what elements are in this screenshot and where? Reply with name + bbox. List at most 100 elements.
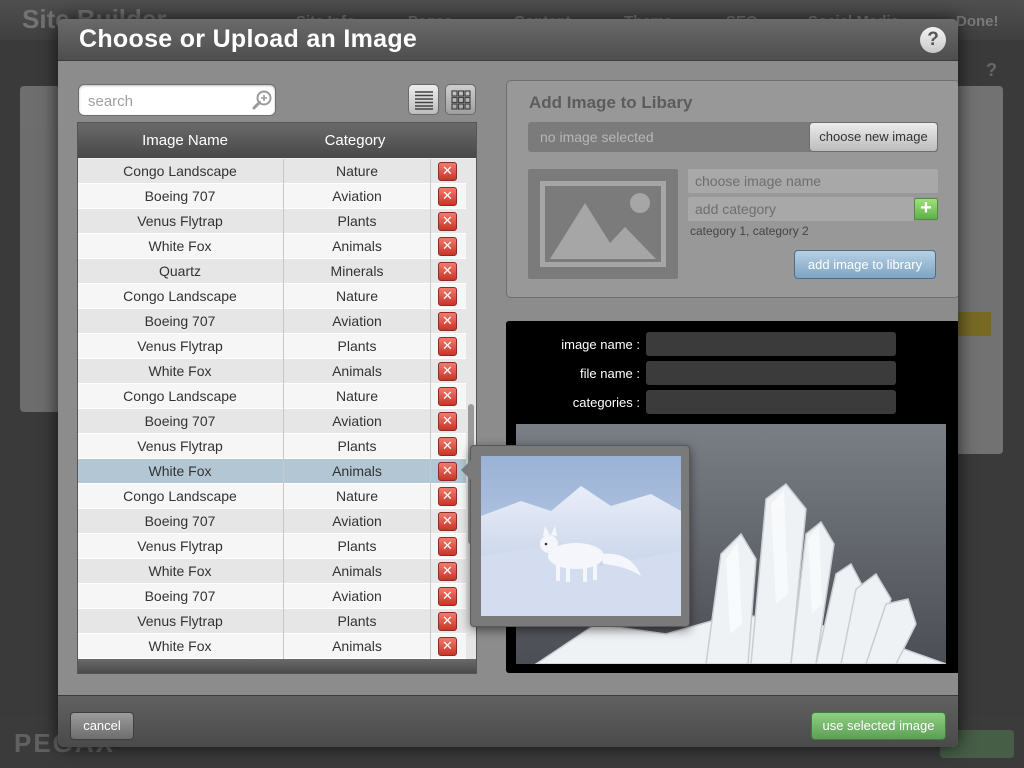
category-cell: Plants [283, 434, 430, 459]
search-box[interactable] [78, 84, 276, 116]
image-name-cell: Boeing 707 [144, 588, 216, 604]
use-selected-image-button[interactable]: use selected image [811, 712, 946, 740]
category-field[interactable] [688, 197, 914, 221]
cancel-button[interactable]: cancel [70, 712, 134, 740]
table-row[interactable]: White Fox Animals ✕ [78, 459, 466, 484]
delete-icon[interactable]: ✕ [438, 562, 457, 581]
image-name-cell: Venus Flytrap [137, 338, 223, 354]
category-cell: Animals [283, 634, 430, 659]
delete-icon[interactable]: ✕ [438, 287, 457, 306]
image-name-cell: White Fox [148, 363, 212, 379]
table-row[interactable]: Boeing 707 Aviation ✕ [78, 184, 466, 209]
background-highlight [955, 312, 991, 336]
delete-icon[interactable]: ✕ [438, 237, 457, 256]
table-row[interactable]: Congo Landscape Nature ✕ [78, 159, 466, 184]
table-header: Image Name Category [78, 123, 476, 158]
delete-icon[interactable]: ✕ [438, 437, 457, 456]
image-name-cell: Congo Landscape [123, 163, 237, 179]
table-row[interactable]: White Fox Animals ✕ [78, 234, 466, 259]
table-rows: Congo Landscape Nature ✕ Boeing 707 Aviation… [78, 159, 466, 659]
choose-new-image-button[interactable]: choose new image [809, 122, 938, 152]
background-right-panel [955, 86, 1003, 454]
category-cell: Plants [283, 609, 430, 634]
help-button[interactable]: ? [920, 27, 946, 53]
add-image-panel: Add Image to Libary no image selected ch… [506, 80, 958, 298]
category-cell: Aviation [283, 184, 430, 209]
image-name-cell: Congo Landscape [123, 488, 237, 504]
category-cell: Animals [283, 359, 430, 384]
delete-icon[interactable]: ✕ [438, 462, 457, 481]
grid-view-button[interactable] [445, 84, 476, 115]
table-row[interactable]: Boeing 707 Aviation ✕ [78, 309, 466, 334]
list-view-button[interactable] [408, 84, 439, 115]
add-to-library-button[interactable]: add image to library [794, 250, 936, 279]
category-input[interactable] [695, 200, 910, 218]
image-name-cell: Boeing 707 [144, 413, 216, 429]
table-row[interactable]: Quartz Minerals ✕ [78, 259, 466, 284]
table-row[interactable]: Venus Flytrap Plants ✕ [78, 434, 466, 459]
delete-cell: ✕ [430, 559, 466, 584]
image-name-field[interactable] [688, 169, 938, 193]
delete-icon[interactable]: ✕ [438, 312, 457, 331]
category-cell: Nature [283, 284, 430, 309]
image-name-cell: Boeing 707 [144, 513, 216, 529]
search-icon[interactable] [251, 89, 273, 111]
delete-cell: ✕ [430, 634, 466, 659]
delete-icon[interactable]: ✕ [438, 187, 457, 206]
delete-icon[interactable]: ✕ [438, 512, 457, 531]
delete-icon[interactable]: ✕ [438, 487, 457, 506]
table-row[interactable]: Venus Flytrap Plants ✕ [78, 334, 466, 359]
category-cell: Nature [283, 484, 430, 509]
grid-view-icon [451, 90, 471, 110]
image-placeholder-icon [540, 181, 666, 267]
table-row[interactable]: Boeing 707 Aviation ✕ [78, 409, 466, 434]
modal-body: Image Name Category Congo Landscape Natur… [58, 61, 958, 695]
delete-icon[interactable]: ✕ [438, 412, 457, 431]
delete-icon[interactable]: ✕ [438, 362, 457, 381]
delete-icon[interactable]: ✕ [438, 337, 457, 356]
image-name-cell: Congo Landscape [123, 288, 237, 304]
image-name-cell: White Fox [148, 238, 212, 254]
delete-cell: ✕ [430, 384, 466, 409]
table-row[interactable]: White Fox Animals ✕ [78, 559, 466, 584]
delete-icon[interactable]: ✕ [438, 587, 457, 606]
table-row[interactable]: Boeing 707 Aviation ✕ [78, 584, 466, 609]
table-footer [78, 659, 476, 673]
table-row[interactable]: Congo Landscape Nature ✕ [78, 484, 466, 509]
delete-icon[interactable]: ✕ [438, 387, 457, 406]
delete-cell: ✕ [430, 334, 466, 359]
delete-icon[interactable]: ✕ [438, 262, 457, 281]
image-name-cell: Quartz [158, 263, 201, 279]
table-row[interactable]: Congo Landscape Nature ✕ [78, 284, 466, 309]
table-row[interactable]: Venus Flytrap Plants ✕ [78, 609, 466, 634]
delete-icon[interactable]: ✕ [438, 212, 457, 231]
category-cell: Nature [283, 384, 430, 409]
search-input[interactable] [88, 91, 238, 111]
delete-icon[interactable]: ✕ [438, 162, 457, 181]
category-cell: Plants [283, 209, 430, 234]
image-name-cell: White Fox [148, 463, 212, 479]
column-header-image-name[interactable]: Image Name [78, 132, 292, 149]
categories-value [646, 390, 896, 414]
table-row[interactable]: Venus Flytrap Plants ✕ [78, 209, 466, 234]
delete-cell: ✕ [430, 484, 466, 509]
file-name-value [646, 361, 896, 385]
table-row[interactable]: Venus Flytrap Plants ✕ [78, 534, 466, 559]
delete-icon[interactable]: ✕ [438, 637, 457, 656]
modal-header: Choose or Upload an Image ? [58, 19, 958, 61]
popup-arrow [461, 460, 471, 480]
category-cell: Aviation [283, 409, 430, 434]
category-cell: Minerals [283, 259, 430, 284]
delete-icon[interactable]: ✕ [438, 612, 457, 631]
category-cell: Aviation [283, 309, 430, 334]
category-cell: Animals [283, 459, 430, 484]
add-category-button[interactable]: + [914, 198, 938, 220]
image-name-input[interactable] [695, 172, 910, 190]
column-header-category[interactable]: Category [282, 132, 428, 149]
category-cell: Aviation [283, 509, 430, 534]
table-row[interactable]: White Fox Animals ✕ [78, 359, 466, 384]
delete-icon[interactable]: ✕ [438, 537, 457, 556]
table-row[interactable]: White Fox Animals ✕ [78, 634, 466, 659]
table-row[interactable]: Congo Landscape Nature ✕ [78, 384, 466, 409]
table-row[interactable]: Boeing 707 Aviation ✕ [78, 509, 466, 534]
